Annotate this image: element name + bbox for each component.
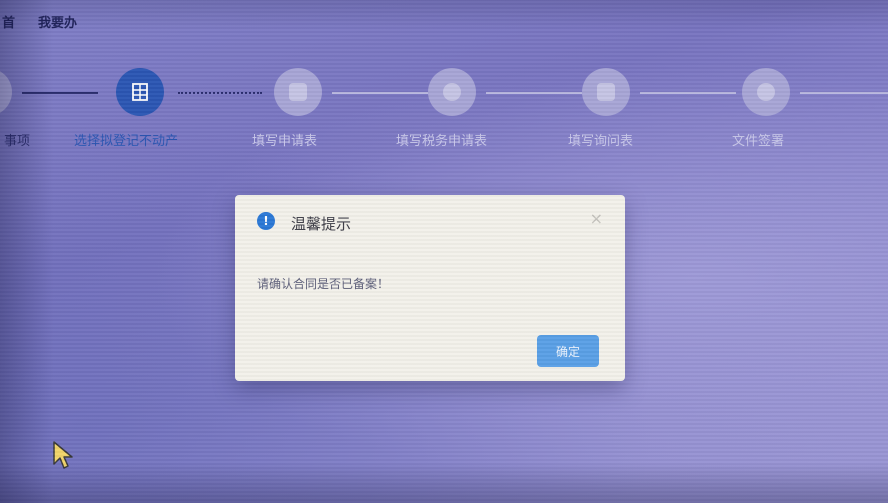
top-nav: 首 我要办	[0, 0, 888, 40]
step-2-circle[interactable]	[116, 68, 164, 116]
step-connector-1	[22, 92, 98, 94]
step-4-circle[interactable]	[428, 68, 476, 116]
screen: 首 我要办 事项 选择拟登记不动产 填写申请表 填写税务申请表 填写询问表 文件…	[0, 0, 888, 503]
step-1-circle	[0, 68, 12, 116]
nav-tab-home[interactable]: 首	[2, 12, 15, 31]
mouse-cursor-icon	[53, 441, 73, 469]
step-label-2[interactable]: 选择拟登记不动产	[74, 130, 178, 149]
dialog-message: 请确认合同是否已备案！	[257, 277, 390, 291]
step-3-circle[interactable]	[274, 68, 322, 116]
step-connector-4	[486, 92, 582, 94]
step-connector-6	[800, 92, 888, 94]
step-label-5[interactable]: 填写询问表	[568, 130, 633, 149]
step-label-3[interactable]: 填写申请表	[252, 130, 317, 149]
tax-icon	[443, 83, 461, 101]
step-connector-3	[332, 92, 428, 94]
form-icon	[289, 83, 307, 101]
building-icon	[132, 83, 148, 101]
nav-tab-my-tasks[interactable]: 我要办	[38, 12, 77, 31]
confirm-button[interactable]: 确定	[537, 335, 599, 367]
close-icon[interactable]: ×	[590, 209, 603, 228]
step-label-6[interactable]: 文件签署	[732, 130, 784, 149]
question-icon	[597, 83, 615, 101]
step-label-1: 事项	[4, 134, 31, 149]
info-icon: !	[257, 212, 275, 230]
step-6-circle[interactable]	[742, 68, 790, 116]
step-5-circle[interactable]	[582, 68, 630, 116]
step-connector-2	[178, 92, 262, 94]
step-connector-5	[640, 92, 736, 94]
step-label-4[interactable]: 填写税务申请表	[396, 130, 487, 149]
dialog-title: 温馨提示	[291, 215, 352, 233]
alert-dialog: ! 温馨提示 × 请确认合同是否已备案！ 确定	[235, 195, 625, 381]
sign-icon	[757, 83, 775, 101]
